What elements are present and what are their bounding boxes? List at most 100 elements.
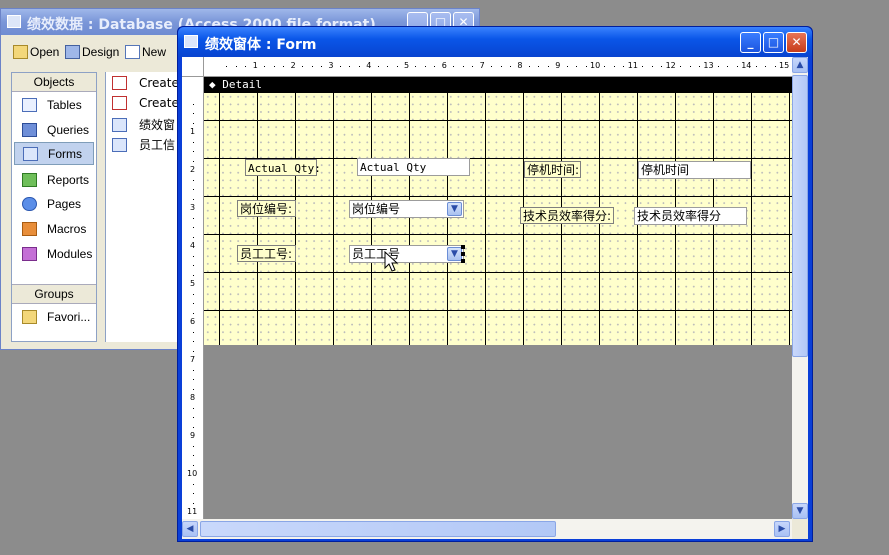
position-number-combo[interactable]: 岗位编号 ▼	[349, 200, 464, 218]
ruler-tick	[193, 445, 194, 447]
form-design-surface: 1 2 3 4 5 6 7 8 9 10 11 12 13 14 15 1 2 3 4 5 6 7 8 9 10 11 ◆ De…	[182, 57, 808, 539]
ruler-tick	[193, 265, 194, 266]
ruler-tick	[774, 66, 776, 67]
favorites-folder-icon	[22, 309, 37, 324]
ruler-tick	[193, 227, 194, 228]
database-icon	[7, 15, 21, 28]
object-tables[interactable]: Tables	[14, 93, 94, 116]
object-reports[interactable]: Reports	[14, 168, 94, 191]
ruler-tick	[566, 66, 568, 67]
ruler-tick	[349, 66, 351, 67]
list-item[interactable]: Create	[112, 76, 179, 90]
design-button[interactable]: Design	[65, 45, 119, 59]
vertical-ruler[interactable]: 1 2 3 4 5 6 7 8 9 10 11	[182, 77, 204, 519]
ruler-tick	[193, 493, 194, 494]
mouse-cursor-icon	[384, 251, 398, 272]
ruler-number: 2	[290, 61, 296, 70]
horizontal-ruler[interactable]: 1 2 3 4 5 6 7 8 9 10 11 12 13 14 15	[204, 57, 792, 77]
ruler-tick	[651, 66, 653, 67]
list-item[interactable]: 员工信	[112, 136, 175, 153]
form-titlebar[interactable]: 绩效窗体 : Form _ □ ✕	[178, 27, 812, 57]
downtime-label[interactable]: 停机时间:	[524, 161, 581, 178]
ruler-tick	[193, 303, 194, 304]
horizontal-scrollbar[interactable]: ◀ ▶	[182, 519, 792, 539]
size-grip[interactable]	[792, 519, 808, 539]
object-pages[interactable]: Pages	[14, 192, 94, 215]
group-favorites[interactable]: Favori...	[14, 305, 94, 328]
new-label: New	[142, 45, 167, 59]
ruler-number: 2	[190, 165, 196, 174]
ruler-number: 4	[190, 241, 196, 250]
detail-section[interactable]: Actual Qty: Actual Qty 停机时间: 停机时间 岗位编号: …	[204, 93, 792, 345]
list-item-label: Create	[139, 76, 179, 90]
form-selector[interactable]	[182, 57, 204, 77]
module-icon	[22, 246, 37, 261]
ruler-tick	[193, 417, 194, 418]
ruler-tick	[273, 66, 275, 67]
downtime-field[interactable]: 停机时间	[638, 161, 751, 179]
minimize-button[interactable]: _	[740, 32, 761, 53]
section-label: Detail	[222, 78, 262, 91]
ruler-tick	[661, 66, 663, 67]
horizontal-scroll-thumb[interactable]	[200, 521, 556, 537]
position-number-label[interactable]: 岗位编号:	[237, 200, 296, 217]
employee-id-combo[interactable]: 员工工号 ▼	[349, 245, 464, 263]
scroll-left-button[interactable]: ◀	[182, 521, 198, 537]
ruler-tick	[717, 66, 719, 67]
ruler-number: 8	[517, 61, 523, 70]
resize-handle[interactable]	[461, 252, 465, 256]
ruler-tick	[264, 66, 266, 67]
list-item[interactable]: 绩效窗	[112, 116, 175, 133]
close-button[interactable]: ✕	[786, 32, 807, 53]
groups-header[interactable]: Groups	[12, 284, 96, 304]
employee-id-label[interactable]: 员工工号:	[237, 245, 296, 262]
actual-qty-label[interactable]: Actual Qty:	[245, 159, 321, 176]
ruler-tick	[528, 66, 530, 67]
ruler-tick	[415, 66, 417, 67]
ruler-tick	[193, 293, 194, 295]
object-label: Macros	[47, 221, 87, 236]
object-modules[interactable]: Modules	[14, 242, 94, 265]
ruler-tick	[283, 66, 285, 67]
object-label: Queries	[47, 122, 90, 137]
scroll-right-button[interactable]: ▶	[774, 521, 790, 537]
ruler-tick	[193, 103, 194, 105]
ruler-tick	[509, 66, 511, 67]
ruler-tick	[387, 66, 389, 67]
actual-qty-field[interactable]: Actual Qty	[357, 158, 470, 176]
ruler-number: 11	[187, 507, 198, 516]
ruler-tick	[193, 388, 194, 390]
page-icon	[22, 196, 37, 211]
resize-handle[interactable]	[461, 259, 465, 263]
ruler-number: 3	[328, 61, 334, 70]
ruler-tick	[311, 66, 313, 67]
chevron-down-icon[interactable]: ▼	[447, 247, 462, 261]
chevron-down-icon[interactable]: ▼	[447, 202, 462, 216]
form-background-area	[204, 345, 792, 519]
ruler-tick	[736, 66, 738, 67]
form-icon	[112, 117, 127, 132]
resize-handle[interactable]	[461, 245, 465, 249]
tech-score-field[interactable]: 技术员效率得分	[634, 207, 747, 225]
form-design-window[interactable]: 绩效窗体 : Form _ □ ✕ 1 2 3 4 5 6 7 8 9 10 11 12 13 14 15 …	[177, 26, 813, 542]
detail-section-header[interactable]: ◆ Detail	[204, 77, 792, 93]
ruler-tick	[680, 66, 682, 67]
open-button[interactable]: Open	[13, 45, 59, 59]
object-forms[interactable]: Forms	[14, 142, 94, 165]
maximize-button[interactable]: □	[763, 32, 784, 53]
objects-header[interactable]: Objects	[12, 73, 96, 92]
ruler-tick	[235, 66, 237, 67]
ruler-number: 1	[190, 127, 196, 136]
scroll-up-button[interactable]: ▲	[792, 57, 808, 73]
new-button[interactable]: New	[125, 45, 166, 59]
ruler-tick	[339, 66, 341, 67]
object-queries[interactable]: Queries	[14, 118, 94, 141]
tech-score-label[interactable]: 技术员效率得分:	[520, 207, 614, 224]
ruler-tick	[193, 255, 194, 257]
object-macros[interactable]: Macros	[14, 217, 94, 240]
scroll-down-button[interactable]: ▼	[792, 503, 808, 519]
position-number-value: 岗位编号	[352, 202, 401, 216]
vertical-scrollbar[interactable]: ▲ ▼	[792, 57, 808, 519]
list-item[interactable]: Create	[112, 96, 179, 110]
vertical-scroll-thumb[interactable]	[792, 75, 808, 357]
